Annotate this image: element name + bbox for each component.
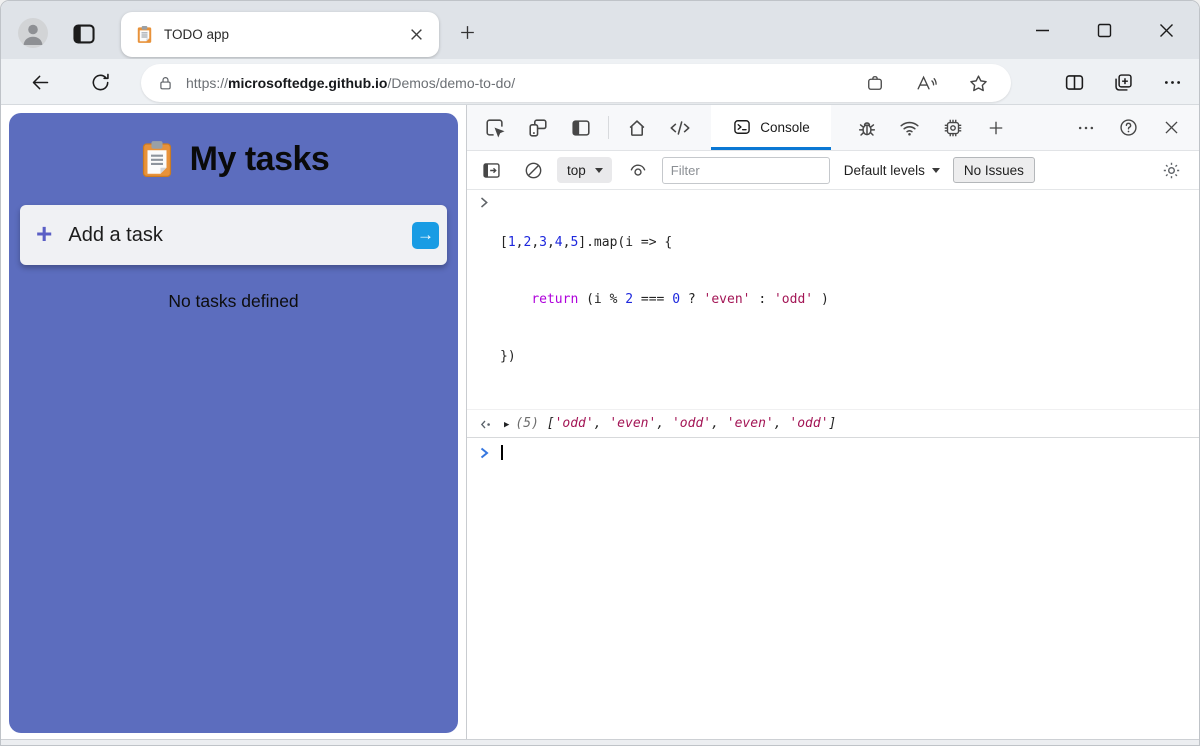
browser-tab[interactable]: TODO app (121, 12, 439, 57)
javascript-context-selector[interactable]: top (557, 157, 612, 183)
minimize-button[interactable] (1011, 1, 1073, 59)
plus-icon: + (36, 220, 52, 248)
command-code: [1,2,3,4,5].map(i => { return (i % 2 ===… (500, 195, 829, 404)
arrow-right-icon: → (417, 226, 434, 243)
split-screen-icon[interactable] (1064, 72, 1085, 93)
clipboard-icon (138, 139, 176, 179)
devtools-panel: Console (466, 105, 1199, 739)
url-scheme: https:// (186, 75, 228, 91)
text-cursor (501, 445, 503, 460)
collections-icon[interactable] (1113, 72, 1134, 93)
console-prompt-row[interactable] (467, 438, 1199, 467)
device-emulation-icon[interactable] (516, 105, 559, 150)
close-window-button[interactable] (1135, 1, 1197, 59)
devtools-menu-icon[interactable] (1064, 105, 1107, 150)
issues-button[interactable]: No Issues (953, 157, 1035, 183)
url-host: microsoftedge.github.io (228, 75, 387, 91)
memory-chip-icon[interactable] (931, 105, 974, 150)
console-settings-gear-icon[interactable] (1155, 160, 1187, 181)
result-value: (5) ['odd', 'even', 'odd', 'even', 'odd'… (515, 414, 836, 433)
console-result-row: ▶ (5) ['odd', 'even', 'odd', 'even', 'od… (467, 410, 1199, 438)
console-terminal-icon (732, 117, 752, 137)
url-path: /Demos/demo-to-do/ (387, 75, 515, 91)
back-button[interactable] (26, 68, 54, 96)
tab-strip: TODO app (1, 1, 1199, 59)
live-expression-eye-icon[interactable] (622, 160, 654, 181)
console-tab-label: Console (760, 120, 810, 135)
elements-code-icon[interactable] (658, 105, 701, 150)
refresh-button[interactable] (86, 68, 114, 96)
read-aloud-icon[interactable] (915, 73, 938, 93)
log-levels-label: Default levels (844, 163, 925, 178)
toolbar-separator (608, 116, 609, 139)
result-returned-icon (480, 418, 494, 431)
log-levels-dropdown[interactable]: Default levels (844, 163, 940, 178)
browser-window: TODO app (0, 0, 1200, 746)
window-bottom-edge (1, 739, 1199, 745)
favorites-star-icon[interactable] (968, 73, 989, 94)
page-title: My tasks (190, 140, 330, 179)
tab-title: TODO app (164, 27, 405, 42)
debugger-bug-icon[interactable] (845, 105, 888, 150)
todo-app-panel: My tasks + → No tasks defined (9, 113, 458, 733)
add-task-form: + → (20, 205, 447, 265)
context-label: top (567, 163, 586, 178)
welcome-home-icon[interactable] (615, 105, 658, 150)
profile-avatar[interactable] (18, 18, 48, 48)
tab-actions-icon[interactable] (71, 21, 97, 47)
todo-header: My tasks (9, 139, 458, 179)
page-content: My tasks + → No tasks defined (1, 105, 466, 739)
dock-side-icon[interactable] (559, 105, 602, 150)
command-chevron-icon (480, 196, 494, 209)
console-tab[interactable]: Console (711, 105, 831, 150)
chevron-down-icon (932, 168, 940, 173)
add-task-input[interactable] (66, 223, 412, 248)
inspect-element-icon[interactable] (473, 105, 516, 150)
console-messages: [1,2,3,4,5].map(i => { return (i % 2 ===… (467, 190, 1199, 467)
lock-icon[interactable] (157, 74, 174, 93)
clipboard-favicon-icon (135, 25, 154, 44)
expand-triangle-icon[interactable]: ▶ (504, 419, 509, 432)
app-available-icon[interactable] (865, 73, 885, 93)
window-controls (1011, 1, 1197, 59)
prompt-chevron-icon (480, 446, 494, 460)
chevron-down-icon (595, 168, 603, 173)
console-sidebar-icon[interactable] (475, 160, 507, 181)
clear-console-icon[interactable] (517, 160, 549, 181)
address-bar[interactable]: https://microsoftedge.github.io/Demos/de… (141, 64, 1011, 102)
browser-menu-icon[interactable] (1162, 72, 1183, 93)
console-filter-input[interactable] (662, 157, 830, 184)
network-icon[interactable] (888, 105, 931, 150)
help-icon[interactable] (1107, 105, 1150, 150)
close-devtools-icon[interactable] (1150, 105, 1193, 150)
more-tools-plus-icon[interactable] (974, 105, 1017, 150)
maximize-button[interactable] (1073, 1, 1135, 59)
console-toolbar: top Default levels No Issues (467, 151, 1199, 190)
new-tab-button[interactable] (453, 18, 481, 46)
empty-state-text: No tasks defined (9, 291, 458, 312)
add-task-submit-button[interactable]: → (412, 222, 439, 249)
url-text: https://microsoftedge.github.io/Demos/de… (186, 75, 515, 91)
tab-close-icon[interactable] (405, 24, 427, 46)
console-command-row: [1,2,3,4,5].map(i => { return (i % 2 ===… (467, 190, 1199, 410)
person-icon (18, 18, 48, 48)
devtools-tabbar: Console (467, 105, 1199, 151)
navigation-toolbar: https://microsoftedge.github.io/Demos/de… (1, 59, 1199, 105)
